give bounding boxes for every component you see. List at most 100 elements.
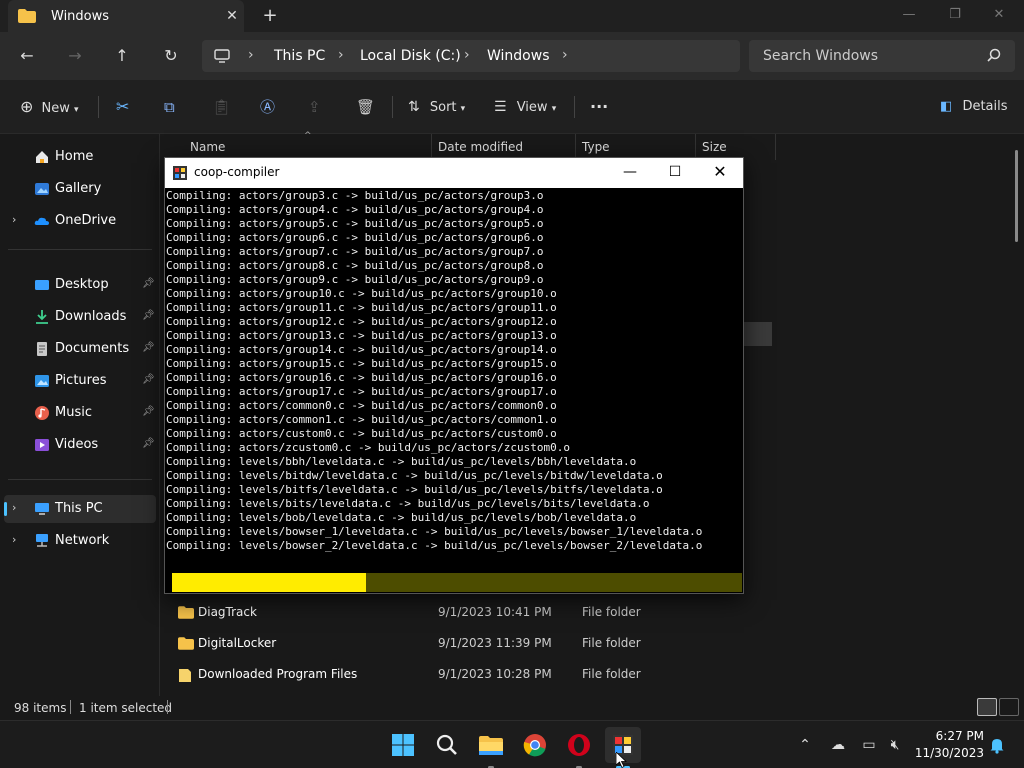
tiles-view-icon[interactable] xyxy=(999,698,1019,716)
volume-muted-icon[interactable]: 🔇︎ xyxy=(885,735,905,755)
view-button-label: View xyxy=(516,100,548,115)
sidebar-item-music[interactable]: Music 📌︎ xyxy=(0,399,158,427)
view-button[interactable]: ☰ View ▾ xyxy=(494,95,556,119)
navigation-bar: ← → ↑ ↻ › This PC › Local Disk (C:) › Wi… xyxy=(0,32,1024,80)
start-windows-icon[interactable] xyxy=(385,727,421,763)
sidebar-item-desktop[interactable]: Desktop 📌︎ xyxy=(0,271,158,299)
console-title-bar[interactable]: coop-compiler — ☐ ✕ xyxy=(165,158,743,188)
clock-date[interactable]: 11/30/2023 xyxy=(914,746,984,760)
sidebar-item-downloads[interactable]: Downloads 📌︎ xyxy=(0,303,158,331)
console-line: Compiling: actors/group4.c -> build/us_p… xyxy=(166,203,544,216)
plus-circle-icon: ⊕ xyxy=(20,97,34,116)
toolbar-divider xyxy=(574,96,575,118)
address-bar[interactable]: › This PC › Local Disk (C:) › Windows › xyxy=(202,40,740,72)
folder-icon xyxy=(18,9,36,23)
network-icon[interactable]: ▭ xyxy=(859,735,879,755)
network-icon xyxy=(36,534,48,547)
clock-time[interactable]: 6:27 PM xyxy=(934,729,984,743)
new-tab-icon[interactable]: + xyxy=(258,4,282,28)
sidebar-label: Network xyxy=(55,533,110,548)
sidebar-label: This PC xyxy=(55,501,103,516)
minimize-icon[interactable]: — xyxy=(886,0,932,32)
vertical-scrollbar[interactable] xyxy=(1015,150,1018,242)
opera-taskbar-button[interactable] xyxy=(561,727,597,768)
console-line: Compiling: actors/group5.c -> build/us_p… xyxy=(166,217,544,230)
sidebar-item-onedrive[interactable]: › OneDrive xyxy=(0,207,158,235)
column-name[interactable]: Name xyxy=(190,140,225,154)
sort-button-label: Sort xyxy=(429,100,457,115)
console-line: Compiling: actors/group8.c -> build/us_p… xyxy=(166,259,544,272)
rename-icon[interactable]: Ⓐ xyxy=(260,95,275,119)
details-button[interactable]: ◧ Details xyxy=(940,95,1008,119)
breadcrumb-windows[interactable]: Windows xyxy=(487,48,550,64)
build-progress-fill xyxy=(172,573,366,592)
file-row[interactable]: Downloaded Program Files 9/1/2023 10:28 … xyxy=(168,660,768,690)
column-date-modified[interactable]: Date modified xyxy=(438,140,523,154)
console-close-icon[interactable]: ✕ xyxy=(697,158,743,188)
sidebar-label: Documents xyxy=(55,341,130,356)
restore-icon[interactable]: ❐ xyxy=(932,0,978,32)
sort-button[interactable]: ⇅ Sort ▾ xyxy=(408,95,465,119)
search-icon[interactable] xyxy=(429,727,465,763)
forward-arrow-icon[interactable]: → xyxy=(63,44,87,68)
chevron-right-icon[interactable]: › xyxy=(12,501,16,514)
item-count: 98 items xyxy=(14,701,67,715)
share-icon[interactable]: ⇪ xyxy=(308,95,321,119)
file-name: DiagTrack xyxy=(198,605,257,619)
console-line: Compiling: actors/group13.c -> build/us_… xyxy=(166,329,557,342)
delete-icon[interactable]: 🗑︎ xyxy=(356,95,375,119)
cut-icon[interactable]: ✂ xyxy=(116,95,129,119)
download-arrow-icon xyxy=(36,310,48,324)
search-icon[interactable] xyxy=(987,48,1001,62)
sidebar-item-this-pc[interactable]: › This PC xyxy=(4,495,156,523)
new-button[interactable]: ⊕ New ▾ xyxy=(20,95,79,119)
notification-bell-icon[interactable] xyxy=(987,735,1007,755)
file-row[interactable]: DigitalLocker 9/1/2023 11:39 PM File fol… xyxy=(168,629,768,659)
sidebar-item-home[interactable]: Home xyxy=(0,143,158,171)
pin-icon[interactable]: 📌︎ xyxy=(142,342,155,353)
column-size[interactable]: Size xyxy=(702,140,727,154)
file-row[interactable]: DiagTrack 9/1/2023 10:41 PM File folder xyxy=(168,598,768,628)
sidebar-item-gallery[interactable]: Gallery xyxy=(0,175,158,203)
tab-windows[interactable]: Windows ✕ xyxy=(8,0,244,32)
chevron-up-icon[interactable]: ⌃ xyxy=(795,735,815,755)
tab-close-icon[interactable]: ✕ xyxy=(220,4,244,28)
console-window[interactable]: coop-compiler — ☐ ✕ Compiling: actors/gr… xyxy=(164,157,744,594)
sort-icon: ⇅ xyxy=(408,99,420,115)
sidebar-item-pictures[interactable]: Pictures 📌︎ xyxy=(0,367,158,395)
chrome-icon[interactable] xyxy=(517,727,553,763)
pin-icon[interactable]: 📌︎ xyxy=(142,310,155,321)
pin-icon[interactable]: 📌︎ xyxy=(142,278,155,289)
column-divider[interactable] xyxy=(775,134,776,160)
breadcrumb-local-disk[interactable]: Local Disk (C:) xyxy=(360,48,461,64)
pin-icon[interactable]: 📌︎ xyxy=(142,406,155,417)
sidebar-item-videos[interactable]: Videos 📌︎ xyxy=(0,431,158,459)
column-type[interactable]: Type xyxy=(582,140,610,154)
chevron-right-icon[interactable]: › xyxy=(12,533,16,546)
paste-icon[interactable]: 📋︎ xyxy=(212,95,231,119)
console-line: Compiling: actors/group14.c -> build/us_… xyxy=(166,343,557,356)
console-line: Compiling: actors/group6.c -> build/us_p… xyxy=(166,231,544,244)
pin-icon[interactable]: 📌︎ xyxy=(142,438,155,449)
sidebar-item-network[interactable]: › Network xyxy=(0,527,158,555)
up-arrow-icon[interactable]: ↑ xyxy=(110,44,134,68)
console-output[interactable]: Compiling: actors/group3.c -> build/us_p… xyxy=(165,188,743,593)
search-input[interactable] xyxy=(763,47,983,65)
sidebar-item-documents[interactable]: Documents 📌︎ xyxy=(0,335,158,363)
chevron-right-icon[interactable]: › xyxy=(12,213,16,226)
search-box[interactable] xyxy=(749,40,1015,72)
close-window-icon[interactable]: ✕ xyxy=(976,0,1022,32)
selection-count: 1 item selected xyxy=(79,701,173,715)
more-options-icon[interactable]: ··· xyxy=(590,95,608,119)
pin-icon[interactable]: 📌︎ xyxy=(142,374,155,385)
details-view-icon[interactable] xyxy=(977,698,997,716)
copy-icon[interactable]: ⧉ xyxy=(164,95,175,119)
refresh-icon[interactable]: ↻ xyxy=(159,44,183,68)
console-line: Compiling: levels/bowser_2/leveldata.c -… xyxy=(166,539,703,552)
onedrive-offline-icon[interactable]: ☁︎ xyxy=(828,735,848,755)
console-maximize-icon[interactable]: ☐ xyxy=(652,158,698,188)
breadcrumb-this-pc[interactable]: This PC xyxy=(274,48,325,64)
back-arrow-icon[interactable]: ← xyxy=(15,44,39,68)
console-minimize-icon[interactable]: — xyxy=(607,158,653,188)
file-explorer-taskbar-button[interactable] xyxy=(473,727,509,768)
